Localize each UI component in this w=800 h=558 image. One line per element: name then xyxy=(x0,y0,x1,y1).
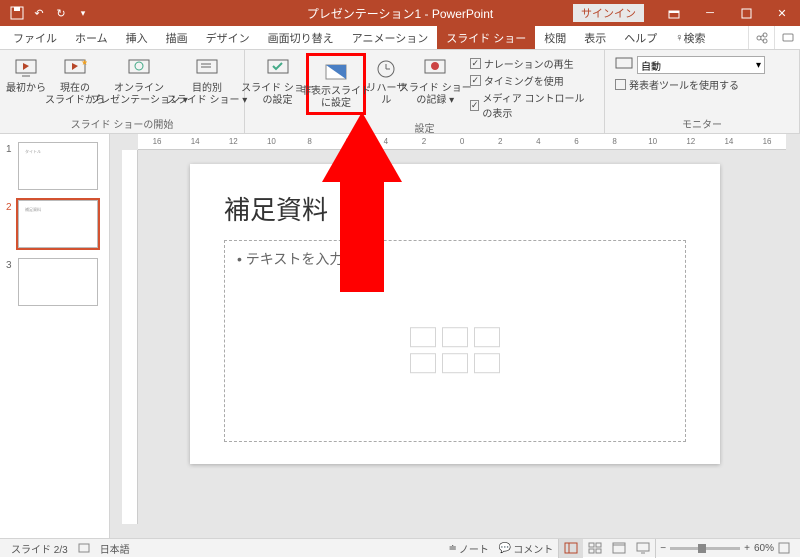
list-monitor-icon xyxy=(195,55,219,83)
record-slideshow-button[interactable]: スライド ショー の記録 ▾ xyxy=(407,53,464,107)
undo-icon[interactable]: ↶ xyxy=(30,4,48,22)
from-beginning-button[interactable]: 最初から xyxy=(4,53,48,95)
language-indicator[interactable]: 日本語 xyxy=(95,541,135,556)
sorter-view-button[interactable] xyxy=(583,539,607,558)
slide-canvas[interactable]: 補足資料 • テキストを入力 xyxy=(190,164,720,464)
zoom-in-button[interactable]: + xyxy=(744,543,750,554)
tell-me[interactable]: ♀ 検索 xyxy=(666,26,714,49)
comments-button-status[interactable]: 💬 コメント xyxy=(494,541,558,556)
ribbon-tabs: ファイル ホーム 挿入 描画 デザイン 画面切り替え アニメーション スライド … xyxy=(0,26,800,50)
slide-editor: 1614121086420246810121416 補足資料 • テキストを入力 xyxy=(110,134,800,538)
tab-insert[interactable]: 挿入 xyxy=(117,26,157,49)
ribbon-options-icon[interactable] xyxy=(656,0,692,26)
tab-animations[interactable]: アニメーション xyxy=(343,26,438,49)
ribbon: 最初から ★ 現在の スライドから オンライン プレゼンテーション ▾ 目的別 … xyxy=(0,50,800,134)
tab-draw[interactable]: 描画 xyxy=(157,26,197,49)
notes-button[interactable]: ≐ ノート xyxy=(443,541,493,556)
tab-file[interactable]: ファイル xyxy=(4,26,66,49)
close-button[interactable]: ✕ xyxy=(764,0,800,26)
monitor-select[interactable]: 自動▾ xyxy=(637,56,765,74)
thumb-2[interactable]: 2補足資料 xyxy=(0,198,109,256)
group-start-slideshow: 最初から ★ 現在の スライドから オンライン プレゼンテーション ▾ 目的別 … xyxy=(0,50,245,133)
fit-button[interactable] xyxy=(778,542,790,554)
group-monitors: 自動▾ 発表者ツールを使用する モニター xyxy=(605,50,800,133)
slideshow-view-button[interactable] xyxy=(631,539,655,558)
tab-design[interactable]: デザイン xyxy=(197,26,259,49)
titlebar: ↶ ↻ ▾ プレゼンテーション1 - PowerPoint サインイン ─ ✕ xyxy=(0,0,800,26)
zoom-level[interactable]: 60% xyxy=(754,543,774,554)
zoom-slider[interactable] xyxy=(670,547,740,550)
setup-slideshow-button[interactable]: スライド ショー の設定 xyxy=(249,53,306,107)
tab-slideshow[interactable]: スライド ショー xyxy=(437,26,535,49)
zoom-controls: − + 60% xyxy=(656,542,794,554)
ruler-vertical xyxy=(122,150,138,524)
hide-slide-icon xyxy=(323,58,349,86)
thumb-3[interactable]: 3 xyxy=(0,256,109,314)
custom-slideshow-button[interactable]: 目的別 スライド ショー ▾ xyxy=(176,53,238,107)
statusbar: スライド 2/3 日本語 ≐ ノート 💬 コメント − + 60% xyxy=(0,538,800,557)
monitor-play-icon xyxy=(14,55,38,83)
monitor-play-star-icon: ★ xyxy=(63,55,87,83)
record-icon xyxy=(423,55,447,83)
tab-transitions[interactable]: 画面切り替え xyxy=(259,26,343,49)
monitor-icon xyxy=(615,57,633,73)
clock-icon xyxy=(375,55,397,83)
tab-home[interactable]: ホーム xyxy=(66,26,117,49)
tab-help[interactable]: ヘルプ xyxy=(615,26,666,49)
present-online-button[interactable]: オンライン プレゼンテーション ▾ xyxy=(102,53,176,107)
svg-text:★: ★ xyxy=(81,58,87,67)
hide-slide-button[interactable]: 非表示スライド に設定 xyxy=(306,53,366,115)
qat-dropdown-icon[interactable]: ▾ xyxy=(74,4,92,22)
slide-thumbnails: 1タイトル 2補足資料 3 xyxy=(0,134,110,538)
slide-indicator[interactable]: スライド 2/3 xyxy=(6,541,73,556)
reading-view-button[interactable] xyxy=(607,539,631,558)
maximize-button[interactable] xyxy=(728,0,764,26)
setup-checks: ✓ナレーションの再生 ✓タイミングを使用 ✓メディア コントロールの表示 xyxy=(464,53,600,120)
content-placeholder-icons[interactable] xyxy=(410,327,500,373)
globe-monitor-icon xyxy=(127,55,151,83)
share-button[interactable] xyxy=(748,26,774,49)
window-title: プレゼンテーション1 - PowerPoint xyxy=(307,5,493,22)
monitor-check-icon xyxy=(266,55,290,83)
view-buttons xyxy=(558,539,656,558)
zoom-out-button[interactable]: − xyxy=(660,543,666,554)
media-controls-check[interactable]: ✓メディア コントロールの表示 xyxy=(470,90,594,120)
tab-review[interactable]: 校閲 xyxy=(535,26,575,49)
minimize-button[interactable]: ─ xyxy=(692,0,728,26)
group-setup: スライド ショー の設定 非表示スライド に設定 リハーサル スライド ショー … xyxy=(245,50,605,133)
slide-body[interactable]: • テキストを入力 xyxy=(224,240,686,442)
tab-view[interactable]: 表示 xyxy=(575,26,615,49)
thumb-1[interactable]: 1タイトル xyxy=(0,140,109,198)
comments-button[interactable] xyxy=(774,26,800,49)
signin-button[interactable]: サインイン xyxy=(573,4,644,22)
play-narrations-check[interactable]: ✓ナレーションの再生 xyxy=(470,56,594,71)
normal-view-button[interactable] xyxy=(559,539,583,558)
ruler-horizontal: 1614121086420246810121416 xyxy=(138,134,786,150)
presenter-view-check[interactable]: 発表者ツールを使用する xyxy=(615,77,765,92)
redo-icon[interactable]: ↻ xyxy=(52,4,70,22)
save-icon[interactable] xyxy=(8,4,26,22)
workarea: 1タイトル 2補足資料 3 1614121086420246810121416 … xyxy=(0,134,800,538)
slide-title[interactable]: 補足資料 xyxy=(224,190,328,227)
use-timings-check[interactable]: ✓タイミングを使用 xyxy=(470,73,594,88)
spellcheck-icon[interactable] xyxy=(73,542,95,554)
